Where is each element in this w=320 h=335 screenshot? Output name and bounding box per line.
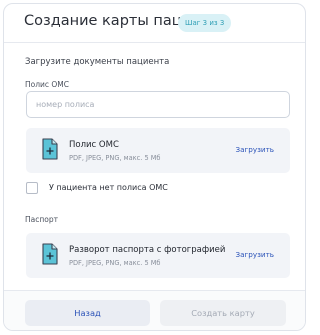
document-plus-icon [42, 243, 58, 269]
oms-upload-box: Полис ОМС PDF, JPEG, PNG, макс. 5 Мб Заг… [26, 128, 290, 173]
oms-number-input[interactable] [26, 91, 290, 118]
oms-upload-hint: PDF, JPEG, PNG, макс. 5 Мб [69, 154, 161, 162]
oms-upload-button[interactable]: Загрузить [235, 145, 274, 154]
no-oms-checkbox[interactable] [26, 182, 38, 194]
passport-field-label: Паспорт [25, 215, 58, 224]
patient-card-dialog: Создание карты пациента Шаг 3 из 3 Загру… [3, 3, 306, 331]
passport-upload-button[interactable]: Загрузить [235, 250, 274, 259]
passport-upload-box: Разворот паспорта с фотографией PDF, JPE… [26, 233, 290, 278]
dialog-footer: Назад Создать карту [4, 290, 305, 330]
passport-upload-hint: PDF, JPEG, PNG, макс. 5 Мб [69, 259, 161, 267]
back-button[interactable]: Назад [25, 300, 150, 326]
section-subtitle: Загрузите документы пациента [25, 57, 170, 67]
create-card-button[interactable]: Создать карту [160, 300, 286, 326]
oms-upload-title: Полис ОМС [69, 140, 119, 150]
passport-upload-title: Разворот паспорта с фотографией [69, 245, 226, 255]
step-badge: Шаг 3 из 3 [178, 14, 232, 32]
oms-field-label: Полис ОМС [25, 80, 70, 89]
no-oms-checkbox-label[interactable]: У пациента нет полиса ОМС [49, 183, 168, 192]
document-plus-icon [42, 138, 58, 164]
dialog-header: Создание карты пациента Шаг 3 из 3 [4, 4, 305, 43]
